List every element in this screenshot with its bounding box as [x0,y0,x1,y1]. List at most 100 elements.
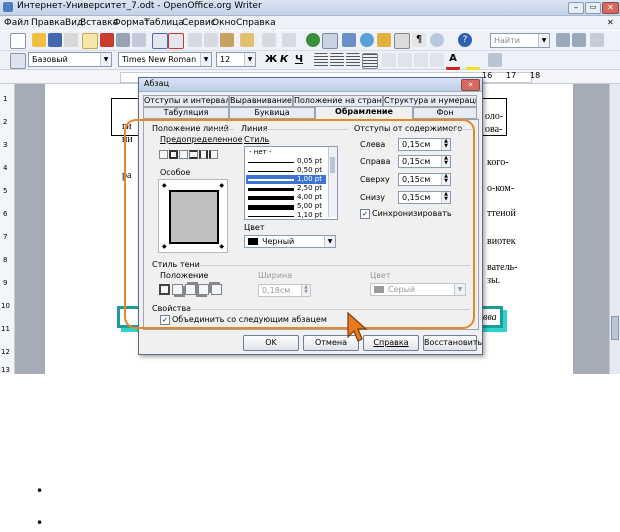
autocheck-icon[interactable] [168,33,184,49]
cut-icon[interactable] [188,33,202,47]
preview-icon[interactable] [132,33,146,47]
increase-indent-icon[interactable] [430,53,444,67]
spellcheck-icon[interactable] [152,33,168,49]
minimize-button[interactable]: – [568,2,584,14]
find-replace-icon[interactable] [590,33,604,47]
window-title: Интернет-Университет_7.odt - OpenOffice.… [17,1,262,11]
standard-toolbar: ¶ ? Найти ▼ [0,31,620,51]
print-icon[interactable] [116,33,130,47]
dialog-title-bar: Абзац ✕ [139,78,482,92]
vruler-number: 4 [3,164,8,172]
bold-button[interactable]: Ж [265,54,277,65]
show-draw-icon[interactable] [342,33,356,47]
maximize-button[interactable]: ▭ [585,2,601,14]
find-placeholder: Найти [494,36,520,45]
nonprinting-chars-icon[interactable]: ¶ [412,33,426,47]
decrease-indent-icon[interactable] [414,53,428,67]
tab-background[interactable]: Фон [413,107,477,119]
scroll-thumb[interactable] [611,316,619,340]
menu-edit[interactable]: Правка [31,18,65,28]
gallery-icon[interactable] [377,33,391,47]
new-document-icon[interactable] [10,33,26,49]
doc-text-fragment: ова- [485,124,503,135]
edit-mode-icon[interactable] [82,33,98,49]
chevron-down-icon[interactable]: ▼ [100,53,111,66]
italic-button[interactable]: К [280,54,288,65]
bullet-point: • [36,484,44,498]
background-color-icon[interactable] [488,53,502,67]
tab-indents[interactable]: Отступы и интервалы [143,95,229,107]
menu-file[interactable]: Файл [4,18,29,28]
doc-text-fragment: кого- [487,157,509,168]
styles-formatting-icon[interactable] [10,53,26,69]
align-right-icon[interactable] [346,53,360,67]
export-pdf-icon[interactable] [100,33,114,47]
vruler-number: 3 [3,141,8,149]
vruler-number: 5 [3,187,8,195]
title-bar: Интернет-Университет_7.odt - OpenOffice.… [0,0,620,16]
vruler-number: 10 [1,302,10,310]
find-input[interactable]: Найти ▼ [490,33,550,48]
redo-icon[interactable] [282,33,296,47]
font-name-select[interactable]: Times New Roman ▼ [118,52,212,67]
undo-icon[interactable] [262,33,276,47]
numbering-icon[interactable] [382,53,396,67]
align-center-icon[interactable] [330,53,344,67]
doc-text-fragment: ватель- [487,262,518,273]
close-button[interactable]: ✕ [602,2,619,14]
vruler-number: 11 [1,325,10,333]
tab-drop-caps[interactable]: Буквица [229,107,315,119]
find-down-icon[interactable] [556,33,570,47]
vruler-number: 9 [3,279,8,287]
font-size-select[interactable]: 12 ▼ [216,52,256,67]
save-icon[interactable] [48,33,62,47]
highlight-icon[interactable] [466,53,480,70]
dialog-close-button[interactable]: ✕ [461,79,480,91]
menu-tools[interactable]: Сервис [182,18,216,28]
chevron-down-icon[interactable]: ▼ [200,53,211,66]
menu-help[interactable]: Справка [236,18,276,28]
dialog-title: Абзац [144,79,170,88]
table-icon[interactable] [322,33,338,49]
doc-text-fragment: ттеной [487,208,516,219]
app-icon [3,2,13,12]
formatting-toolbar: Базовый ▼ Times New Roman ▼ 12 ▼ Ж К Ч A [0,51,620,70]
format-paintbrush-icon[interactable] [240,33,254,47]
tab-tabs[interactable]: Табуляция [143,107,229,119]
hyperlink-icon[interactable] [306,33,320,47]
mouse-cursor-icon [347,311,368,342]
menu-window[interactable]: Окно [212,18,236,28]
reset-button[interactable]: Восстановить [423,335,482,351]
font-color-icon[interactable]: A [446,53,460,70]
tab-borders[interactable]: Обрамление [315,106,413,120]
vertical-ruler[interactable]: 1 2 3 4 5 6 7 8 9 10 11 12 13 [0,84,15,374]
underline-button[interactable]: Ч [295,54,303,65]
navigator-icon[interactable] [360,33,374,47]
open-icon[interactable] [32,33,46,47]
find-dropdown-icon[interactable]: ▼ [538,34,549,47]
vruler-number: 2 [3,118,8,126]
vruler-number: 12 [1,348,10,356]
help-button[interactable]: Справка [363,335,419,351]
font-size-value: 12 [220,55,231,64]
paste-icon[interactable] [220,33,234,47]
bullets-icon[interactable] [398,53,412,67]
help-icon[interactable]: ? [458,33,472,47]
vertical-scrollbar[interactable] [609,84,620,374]
copy-icon[interactable] [204,33,218,47]
datasource-icon[interactable] [394,33,410,49]
justify-icon[interactable] [362,53,378,69]
align-left-icon[interactable] [314,53,328,67]
zoom-icon[interactable] [430,33,444,47]
font-name-value: Times New Roman [122,55,197,64]
mail-icon[interactable] [64,33,78,47]
doc-close-icon[interactable]: ✕ [607,18,614,27]
paragraph-style-select[interactable]: Базовый ▼ [28,52,112,67]
menu-table[interactable]: Таблица [144,18,184,28]
ok-button[interactable]: OK [243,335,299,351]
chevron-down-icon[interactable]: ▼ [244,53,255,66]
menu-bar: Файл Правка Вид Вставка Формат Таблица С… [0,16,620,30]
tab-alignment[interactable]: Выравнивание [229,95,293,107]
doc-text-fragment: зы. [487,275,501,286]
find-up-icon[interactable] [572,33,586,47]
